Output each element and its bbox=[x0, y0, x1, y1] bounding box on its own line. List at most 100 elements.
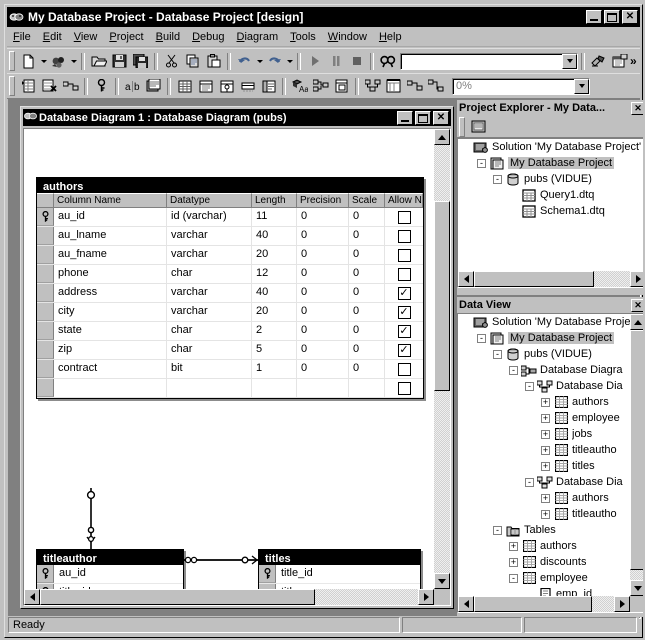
authors-row[interactable]: city varchar 20 0 0 ✓ bbox=[37, 303, 423, 322]
project-explorer-hscrollbar[interactable] bbox=[458, 271, 643, 287]
find-combo[interactable] bbox=[400, 52, 578, 70]
data-view-node-label[interactable]: titleautho bbox=[572, 444, 617, 456]
data-view-node[interactable]: + titleautho bbox=[458, 506, 630, 522]
authors-row[interactable]: phone char 12 0 0 bbox=[37, 265, 423, 284]
data-view-node-label[interactable]: Database Dia bbox=[556, 380, 623, 392]
scroll-right-button[interactable] bbox=[614, 596, 630, 612]
authors-cell-allow-nulls[interactable]: ✓ bbox=[385, 284, 423, 302]
save-icon[interactable] bbox=[109, 51, 130, 71]
authors-cell-scale[interactable] bbox=[349, 379, 385, 397]
authors-cell-column-name[interactable]: au_id bbox=[54, 208, 167, 226]
authors-cell-scale[interactable]: 0 bbox=[349, 208, 385, 226]
authors-cell-datatype[interactable]: varchar bbox=[167, 284, 252, 302]
authors-cell-column-name[interactable]: contract bbox=[54, 360, 167, 378]
generate-sql-icon[interactable]: Aa bbox=[289, 76, 310, 96]
collapse-icon[interactable]: - bbox=[477, 158, 486, 168]
authors-cell-scale[interactable]: 0 bbox=[349, 360, 385, 378]
menu-debug[interactable]: Debug bbox=[186, 30, 230, 44]
authors-header-length[interactable]: Length bbox=[252, 193, 297, 208]
project-explorer-node[interactable]: - My Database Project bbox=[458, 155, 643, 171]
checkbox-checked[interactable]: ✓ bbox=[397, 343, 411, 357]
zoom-value[interactable]: 0% bbox=[453, 80, 574, 92]
expand-icon[interactable]: + bbox=[541, 445, 550, 455]
data-view-node-label[interactable]: Tables bbox=[524, 524, 556, 536]
project-explorer-tree[interactable]: Solution 'My Database Project' (- My Data… bbox=[457, 138, 643, 288]
collapse-icon[interactable]: - bbox=[525, 477, 534, 487]
open-icon[interactable] bbox=[88, 51, 109, 71]
properties-icon[interactable] bbox=[468, 117, 489, 137]
horizontal-scroll-thumb[interactable] bbox=[40, 589, 315, 605]
autosize-icon[interactable] bbox=[383, 76, 404, 96]
authors-cell-length[interactable]: 5 bbox=[252, 341, 297, 359]
stop-icon[interactable] bbox=[346, 51, 367, 71]
menu-window[interactable]: Window bbox=[322, 30, 373, 44]
authors-cell-column-name[interactable]: city bbox=[54, 303, 167, 321]
minimize-button[interactable] bbox=[586, 10, 602, 24]
copy-icon[interactable] bbox=[182, 51, 203, 71]
menu-build[interactable]: Build bbox=[150, 30, 186, 44]
data-view-hscrollbar[interactable] bbox=[458, 596, 630, 612]
redo-dropdown-icon[interactable] bbox=[285, 51, 294, 71]
authors-row[interactable]: address varchar 40 0 0 ✓ bbox=[37, 284, 423, 303]
new-project-dropdown-icon[interactable] bbox=[69, 51, 78, 71]
data-view-node-label[interactable]: pubs (VIDUE) bbox=[524, 348, 592, 360]
toolbar-overflow-icon[interactable]: » bbox=[630, 54, 641, 68]
data-view-tree[interactable]: Solution 'My Database Projec - My Database… bbox=[457, 313, 643, 613]
arrange-selection-icon[interactable] bbox=[404, 76, 425, 96]
data-view-node[interactable]: + jobs bbox=[458, 426, 630, 442]
collapse-icon[interactable]: - bbox=[509, 573, 518, 583]
authors-cell-length[interactable]: 40 bbox=[252, 227, 297, 245]
authors-cell-scale[interactable]: 0 bbox=[349, 322, 385, 340]
expand-icon[interactable]: + bbox=[541, 461, 550, 471]
diagram-minimize-button[interactable] bbox=[397, 110, 413, 125]
close-button[interactable]: ✕ bbox=[622, 10, 638, 24]
project-explorer-node[interactable]: Schema1.dtq bbox=[458, 203, 643, 219]
titles-column-name[interactable]: title_id bbox=[276, 565, 318, 583]
authors-cell-allow-nulls[interactable] bbox=[385, 208, 423, 226]
vertical-scroll-thumb[interactable] bbox=[630, 330, 643, 570]
set-primary-key-icon[interactable] bbox=[91, 76, 112, 96]
authors-cell-datatype[interactable]: char bbox=[167, 265, 252, 283]
save-all-icon[interactable] bbox=[130, 51, 151, 71]
collapse-icon[interactable]: - bbox=[493, 525, 502, 535]
checkbox-unchecked[interactable] bbox=[397, 210, 411, 224]
primary-key-icon[interactable] bbox=[37, 208, 54, 226]
checkbox-checked[interactable]: ✓ bbox=[397, 286, 411, 300]
data-view-node[interactable]: + authors bbox=[458, 490, 630, 506]
data-view-node[interactable]: - My Database Project bbox=[458, 330, 630, 346]
diagram-table-titles[interactable]: titles title_idtitletypepub_idpriceadvan… bbox=[258, 549, 421, 589]
data-view-node-label[interactable]: authors bbox=[572, 492, 609, 504]
scroll-left-button[interactable] bbox=[24, 589, 40, 605]
expand-icon[interactable]: + bbox=[509, 541, 518, 551]
pause-icon[interactable] bbox=[325, 51, 346, 71]
authors-row[interactable]: au_lname varchar 40 0 0 bbox=[37, 227, 423, 246]
horizontal-scroll-thumb[interactable] bbox=[474, 271, 594, 287]
authors-cell-length[interactable]: 40 bbox=[252, 284, 297, 302]
collapse-icon[interactable]: - bbox=[477, 333, 486, 343]
titleauthor-column-name[interactable]: au_id bbox=[54, 565, 91, 583]
authors-cell-column-name[interactable]: zip bbox=[54, 341, 167, 359]
collapse-icon[interactable]: - bbox=[493, 174, 502, 184]
find-icon[interactable] bbox=[377, 51, 398, 71]
properties-window-icon[interactable] bbox=[609, 51, 630, 71]
show-custom-view-icon[interactable] bbox=[258, 76, 279, 96]
diagram-vertical-scrollbar[interactable] bbox=[434, 129, 450, 589]
authors-cell-scale[interactable]: 0 bbox=[349, 303, 385, 321]
database-diagram-icon[interactable] bbox=[310, 76, 331, 96]
project-explorer-node-label[interactable]: pubs (VIDUE) bbox=[524, 173, 592, 185]
authors-cell-datatype[interactable]: bit bbox=[167, 360, 252, 378]
authors-header-precision[interactable]: Precision bbox=[297, 193, 349, 208]
scroll-right-button[interactable] bbox=[630, 271, 643, 287]
authors-cell-datatype[interactable]: varchar bbox=[167, 227, 252, 245]
project-explorer-close-button[interactable]: ✕ bbox=[631, 101, 643, 115]
data-view-node[interactable]: + authors bbox=[458, 538, 630, 554]
undo-icon[interactable] bbox=[234, 51, 255, 71]
project-explorer-node-label[interactable]: Schema1.dtq bbox=[540, 205, 605, 217]
expand-icon[interactable]: + bbox=[541, 493, 550, 503]
authors-cell-length[interactable]: 2 bbox=[252, 322, 297, 340]
authors-cell-length[interactable]: 20 bbox=[252, 303, 297, 321]
menu-project[interactable]: Project bbox=[103, 30, 149, 44]
authors-cell-precision[interactable]: 0 bbox=[297, 360, 349, 378]
relationship-icon[interactable] bbox=[331, 76, 352, 96]
data-view-node-label[interactable]: My Database Project bbox=[508, 332, 615, 344]
